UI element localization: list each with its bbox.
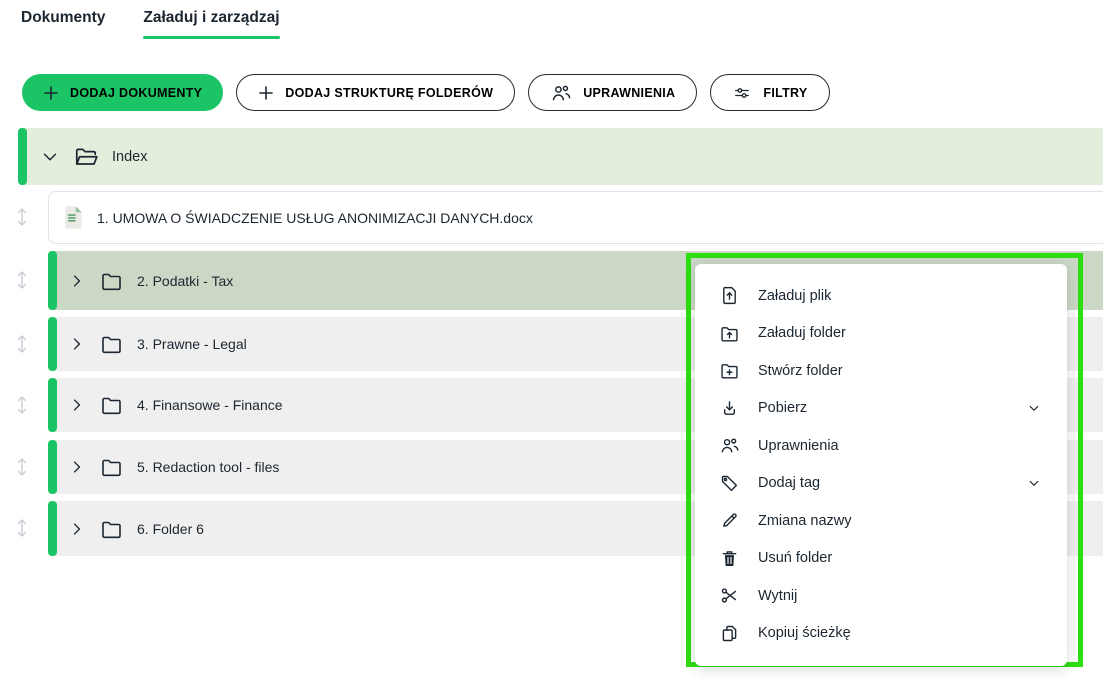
plus-icon bbox=[258, 85, 274, 101]
chevron-right-icon[interactable] bbox=[68, 396, 86, 414]
download-icon bbox=[723, 400, 736, 415]
menu-item-label: Stwórz folder bbox=[758, 362, 843, 379]
add-folder-structure-button[interactable]: DODAJ STRUKTURĘ FOLDERÓW bbox=[236, 74, 516, 111]
permissions-button[interactable]: UPRAWNIENIA bbox=[528, 74, 698, 111]
add-folder-structure-label: DODAJ STRUKTURĘ FOLDERÓW bbox=[285, 85, 494, 100]
add-documents-label: DODAJ DOKUMENTY bbox=[70, 85, 203, 100]
chevron-down-icon[interactable] bbox=[40, 147, 60, 167]
pencil-icon bbox=[723, 513, 737, 528]
document-label: 1. UMOWA O ŚWIADCZENIE USŁUG ANONIMIZACJ… bbox=[97, 209, 533, 226]
file-upload-icon bbox=[723, 287, 736, 305]
menu-item-copy-path[interactable]: Kopiuj ścieżkę bbox=[695, 615, 1067, 653]
folder-label: 4. Finansowe - Finance bbox=[137, 397, 283, 413]
plus-icon bbox=[43, 85, 59, 101]
copy-icon bbox=[722, 625, 737, 641]
open-folder-icon bbox=[71, 144, 101, 170]
folder-icon bbox=[98, 455, 125, 479]
permissions-label: UPRAWNIENIA bbox=[583, 85, 676, 100]
drag-handle[interactable] bbox=[14, 206, 30, 228]
folder-icon bbox=[98, 269, 125, 293]
filter-sliders-icon bbox=[732, 83, 752, 103]
tab-bar: Dokumenty Załaduj i zarządzaj bbox=[21, 9, 280, 39]
menu-item-label: Uprawnienia bbox=[758, 437, 839, 454]
filters-button[interactable]: FILTRY bbox=[710, 74, 830, 111]
people-icon bbox=[721, 438, 739, 453]
folder-icon bbox=[98, 517, 125, 541]
menu-item-label: Wytnij bbox=[758, 587, 798, 604]
tab-dokumenty[interactable]: Dokumenty bbox=[21, 9, 105, 39]
menu-item-label: Załaduj folder bbox=[758, 325, 846, 342]
menu-item-cut[interactable]: Wytnij bbox=[695, 577, 1067, 615]
menu-item-permissions[interactable]: Uprawnienia bbox=[695, 427, 1067, 465]
menu-item-add-tag[interactable]: Dodaj tag bbox=[695, 465, 1067, 503]
menu-item-download[interactable]: Pobierz bbox=[695, 390, 1067, 428]
chevron-right-icon[interactable] bbox=[68, 458, 86, 476]
folder-label: 6. Folder 6 bbox=[137, 520, 204, 537]
drag-handle[interactable] bbox=[14, 269, 30, 291]
people-icon bbox=[550, 82, 572, 104]
document-icon bbox=[63, 205, 84, 230]
folder-label: 5. Redaction tool - files bbox=[137, 459, 280, 475]
document-manager-app: Dokumenty Załaduj i zarządzaj DODAJ DOKU… bbox=[0, 0, 1103, 687]
folder-upload-icon bbox=[721, 326, 738, 342]
menu-item-label: Kopiuj ścieżkę bbox=[758, 625, 851, 642]
add-documents-button[interactable]: DODAJ DOKUMENTY bbox=[22, 74, 224, 111]
menu-item-rename[interactable]: Zmiana nazwy bbox=[695, 502, 1067, 540]
highlight-annotation: Załaduj plik Załaduj folder Stwórz folde… bbox=[686, 253, 1083, 667]
tree-row-document[interactable]: 1. UMOWA O ŚWIADCZENIE USŁUG ANONIMIZACJ… bbox=[48, 191, 1103, 244]
context-menu: Załaduj plik Załaduj folder Stwórz folde… bbox=[695, 264, 1067, 666]
menu-item-label: Pobierz bbox=[758, 400, 808, 417]
folder-plus-icon bbox=[721, 364, 738, 379]
chevron-right-icon[interactable] bbox=[68, 520, 86, 538]
drag-handle[interactable] bbox=[14, 517, 30, 539]
folder-icon bbox=[98, 393, 125, 417]
menu-item-upload-file[interactable]: Załaduj plik bbox=[695, 277, 1067, 315]
menu-item-label: Załaduj plik bbox=[758, 287, 832, 304]
tab-zaladuj-i-zarzadzaj[interactable]: Załaduj i zarządzaj bbox=[143, 9, 280, 39]
drag-handle[interactable] bbox=[14, 394, 30, 416]
menu-item-create-folder[interactable]: Stwórz folder bbox=[695, 352, 1067, 390]
folder-label: 2. Podatki - Tax bbox=[137, 272, 234, 289]
menu-item-label: Dodaj tag bbox=[758, 475, 821, 492]
menu-item-delete-folder[interactable]: Usuń folder bbox=[695, 540, 1067, 578]
menu-item-label: Zmiana nazwy bbox=[758, 512, 852, 529]
root-folder-label: Index bbox=[112, 148, 148, 165]
tree-row-index[interactable]: Index bbox=[18, 128, 1103, 185]
chevron-down-icon bbox=[1029, 406, 1039, 412]
menu-item-upload-folder[interactable]: Załaduj folder bbox=[695, 315, 1067, 353]
chevron-right-icon[interactable] bbox=[68, 335, 86, 353]
folder-icon bbox=[98, 332, 125, 356]
toolbar: DODAJ DOKUMENTY DODAJ STRUKTURĘ FOLDERÓW… bbox=[22, 74, 830, 111]
menu-item-label: Usuń folder bbox=[758, 550, 833, 567]
chevron-right-icon[interactable] bbox=[68, 272, 86, 290]
folder-label: 3. Prawne - Legal bbox=[137, 336, 247, 352]
scissors-icon bbox=[721, 588, 737, 603]
chevron-down-icon bbox=[1029, 481, 1039, 487]
drag-handle[interactable] bbox=[14, 456, 30, 478]
tag-icon bbox=[721, 475, 738, 491]
trash-icon bbox=[722, 550, 737, 566]
filters-label: FILTRY bbox=[763, 85, 808, 100]
drag-handle[interactable] bbox=[14, 333, 30, 355]
